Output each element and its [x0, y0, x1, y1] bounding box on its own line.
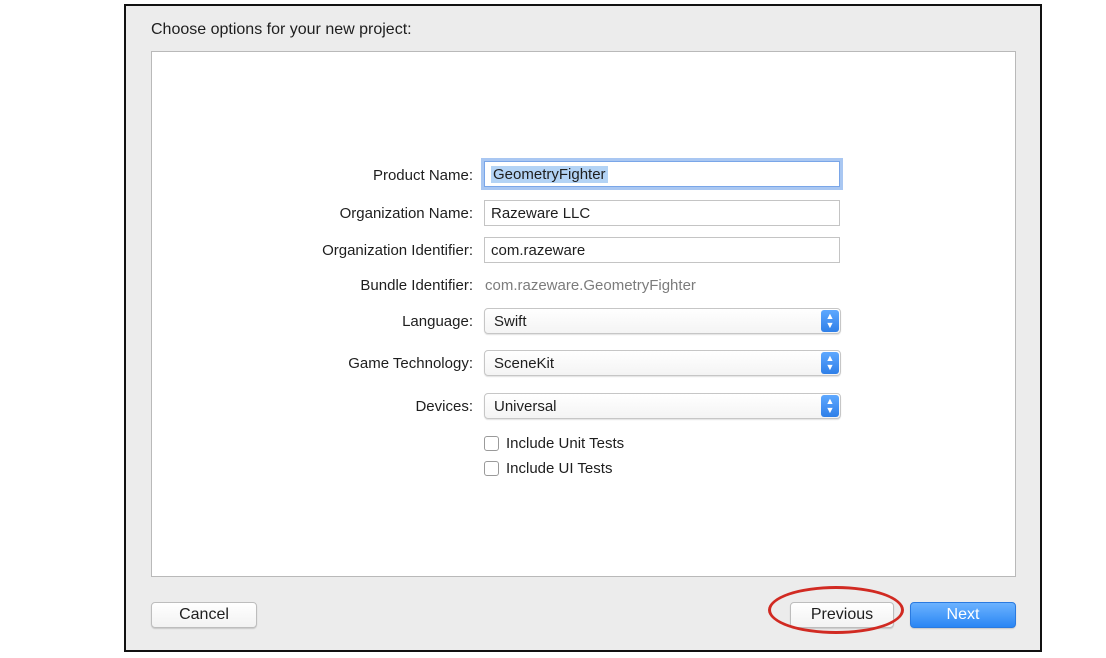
- game-technology-value: SceneKit: [494, 355, 555, 372]
- devices-popup[interactable]: Universal ▲ ▼: [484, 393, 841, 419]
- highlight-ring: [768, 586, 904, 634]
- next-button[interactable]: Next: [910, 602, 1016, 628]
- product-name-label: Product Name:: [372, 167, 473, 184]
- new-project-dialog: Choose options for your new project: Pro…: [124, 4, 1042, 652]
- include-ui-tests-label: Include UI Tests: [506, 460, 613, 477]
- include-unit-tests-label: Include Unit Tests: [506, 435, 625, 452]
- organization-name-field[interactable]: Razeware LLC: [484, 200, 840, 226]
- organization-identifier-field[interactable]: com.razeware: [484, 237, 840, 263]
- language-value: Swift: [494, 313, 527, 330]
- product-name-field[interactable]: GeometryFighter: [484, 161, 840, 187]
- game-technology-label: Game Technology:: [348, 355, 473, 372]
- bundle-identifier-value: com.razeware.GeometryFighter: [485, 277, 696, 294]
- organization-identifier-label: Organization Identifier:: [322, 242, 473, 259]
- chevron-up-down-icon: ▲ ▼: [821, 352, 839, 374]
- include-ui-tests-checkbox[interactable]: Include UI Tests: [484, 460, 612, 477]
- product-name-value: GeometryFighter: [491, 166, 608, 183]
- language-popup[interactable]: Swift ▲ ▼: [484, 308, 841, 334]
- organization-name-label: Organization Name:: [339, 205, 473, 222]
- devices-label: Devices:: [415, 398, 473, 415]
- include-unit-tests-checkbox[interactable]: Include Unit Tests: [484, 435, 624, 452]
- checkbox-icon: [484, 461, 499, 476]
- bundle-identifier-label: Bundle Identifier:: [360, 277, 473, 294]
- options-panel: Product Name: GeometryFighter Organizati…: [151, 51, 1016, 577]
- devices-value: Universal: [494, 398, 557, 415]
- cancel-button[interactable]: Cancel: [151, 602, 257, 628]
- chevron-up-down-icon: ▲ ▼: [821, 310, 839, 332]
- dialog-title: Choose options for your new project:: [151, 21, 412, 38]
- game-technology-popup[interactable]: SceneKit ▲ ▼: [484, 350, 841, 376]
- checkbox-icon: [484, 436, 499, 451]
- language-label: Language:: [402, 313, 473, 330]
- chevron-up-down-icon: ▲ ▼: [821, 395, 839, 417]
